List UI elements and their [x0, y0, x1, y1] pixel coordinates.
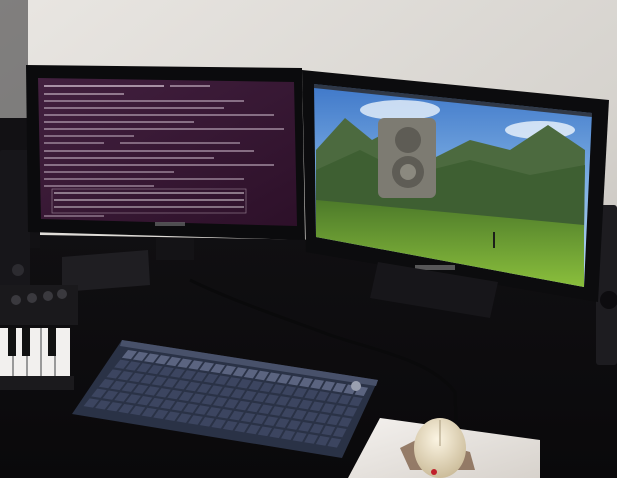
terminal-line: [44, 100, 244, 102]
left-monitor-logo: [155, 222, 185, 226]
desk-setup-photo: [0, 0, 617, 478]
mouse-led: [431, 469, 437, 475]
knob: [57, 289, 67, 299]
terminal-line: [44, 185, 154, 187]
terminal-line: [44, 157, 214, 159]
terminal-line: [44, 121, 194, 123]
terminal-line: [44, 128, 284, 130]
terminal-line: [44, 114, 274, 116]
black-key: [8, 328, 16, 356]
photo-scene: [0, 0, 617, 478]
tower-ring-top: [395, 127, 421, 153]
keyboard-volume-knob: [351, 381, 361, 391]
controller-front: [0, 376, 74, 390]
terminal-line: [170, 85, 210, 87]
knob: [12, 264, 24, 276]
left-monitor: [26, 65, 305, 260]
controller-body: [0, 285, 78, 325]
tower-core: [400, 164, 416, 180]
knob: [27, 293, 37, 303]
knob: [43, 291, 53, 301]
terminal-line: [44, 164, 274, 166]
cloud: [360, 100, 440, 120]
black-key: [48, 328, 56, 356]
terminal-line: [44, 215, 104, 217]
key-divider: [40, 328, 42, 376]
terminal-line: [44, 178, 244, 180]
terminal-line: [120, 142, 240, 144]
knob: [11, 295, 21, 305]
black-key: [22, 328, 30, 356]
left-monitor-stand: [156, 238, 194, 260]
terminal-line: [54, 199, 244, 201]
terminal-line: [44, 93, 124, 95]
terminal-line: [44, 107, 224, 109]
terminal-line: [54, 192, 244, 194]
speaker-left: [0, 150, 30, 300]
terminal-line: [54, 206, 244, 208]
terminal-line: [44, 150, 254, 152]
terminal-line: [44, 171, 174, 173]
terminal-line: [44, 142, 104, 144]
terminal-line: [44, 135, 134, 137]
terminal-line: [44, 85, 164, 87]
mouse: [414, 418, 466, 478]
